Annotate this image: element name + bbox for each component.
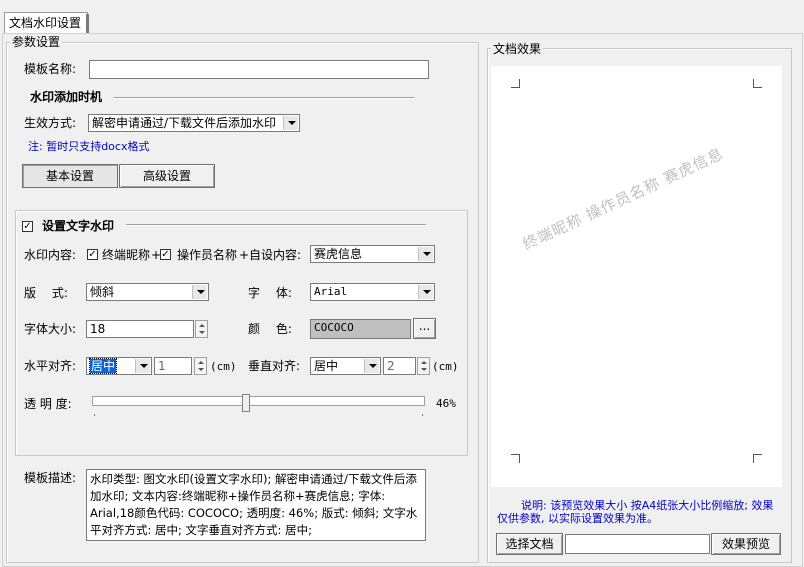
horizontal-align-select[interactable]: 居中 (86, 357, 152, 375)
vertical-unit-label: (cm) (432, 360, 459, 373)
custom-content-select[interactable]: 赛虎信息 (310, 245, 435, 263)
chevron-down-icon[interactable] (364, 359, 379, 373)
font-label: 字 体: (248, 286, 292, 300)
vertical-align-label: 垂直对齐: (248, 359, 301, 373)
color-label: 颜 色: (248, 322, 292, 336)
tab-edge (86, 14, 89, 34)
chevron-down-icon[interactable] (192, 285, 207, 299)
preview-page: 终端昵称 操作员名称 赛虎信息 (491, 66, 782, 487)
select-document-button[interactable]: 选择文档 (496, 533, 563, 555)
watermark-preview-text: 终端昵称 操作员名称 赛虎信息 (519, 144, 727, 254)
opacity-slider-ticks (94, 414, 423, 416)
font-size-spinner[interactable] (195, 320, 208, 338)
template-desc-label: 模板描述: (24, 471, 77, 485)
tab-advanced-settings[interactable]: 高级设置 (119, 164, 215, 188)
opacity-slider-track (92, 396, 425, 406)
operator-name-label: 操作员名称 (177, 248, 238, 262)
text-watermark-heading: 设置文字水印 (42, 219, 115, 233)
format-note: 注: 暂时只支持docx格式 (28, 140, 150, 153)
chevron-down-icon[interactable] (135, 359, 150, 373)
vertical-align-value: 居中 (314, 359, 339, 373)
document-path-input[interactable] (565, 534, 710, 554)
vertical-align-select[interactable]: 居中 (310, 357, 381, 375)
effect-preview-button[interactable]: 效果预览 (711, 533, 781, 555)
layout-value: 倾斜 (90, 285, 115, 299)
timing-heading: 水印添加时机 (30, 90, 103, 104)
horizontal-align-label: 水平对齐: (24, 359, 77, 373)
template-desc-textarea[interactable]: 水印类型: 图文水印(设置文字水印); 解密申请通过/下载文件后添加水印; 文本… (86, 469, 426, 541)
opacity-slider-thumb[interactable] (242, 394, 250, 412)
custom-content-label: +自设内容: (239, 248, 302, 262)
custom-content-value: 赛虎信息 (314, 247, 363, 261)
params-legend: 参数设置 (10, 35, 63, 49)
opacity-percent: 46% (436, 397, 456, 410)
horizontal-align-value: 居中 (88, 358, 118, 374)
content-label: 水印内容: (24, 248, 77, 262)
crop-mark-bottom-right (753, 454, 762, 463)
chevron-down-icon[interactable] (418, 285, 433, 299)
timing-divider (114, 97, 414, 99)
layout-label: 版 式: (24, 286, 68, 300)
horizontal-offset-spinner[interactable] (194, 357, 207, 375)
chevron-down-icon[interactable] (418, 247, 433, 261)
tab-basic-settings[interactable]: 基本设置 (22, 164, 118, 188)
template-name-input[interactable] (89, 60, 429, 79)
crop-mark-top-left (511, 79, 520, 88)
text-watermark-divider (126, 224, 426, 226)
opacity-slider[interactable] (92, 394, 425, 418)
operator-name-checkbox[interactable]: ✓ (160, 249, 171, 260)
terminal-nickname-checkbox[interactable]: ✓ (87, 249, 98, 260)
terminal-nickname-label: 终端昵称 (102, 248, 151, 262)
chevron-down-icon[interactable] (283, 116, 298, 130)
preview-legend: 文档效果 (491, 42, 544, 56)
text-watermark-legend: ✓ 设置文字水印 (20, 219, 117, 233)
font-size-input[interactable]: 18 (86, 320, 194, 338)
crop-mark-top-right (753, 79, 762, 88)
vertical-offset-input[interactable]: 2 (383, 357, 416, 375)
color-picker-button[interactable]: ... (413, 318, 436, 339)
layout-select[interactable]: 倾斜 (86, 283, 209, 301)
template-name-label: 模板名称: (24, 62, 77, 76)
tab-document-watermark[interactable]: 文档水印设置 (4, 12, 88, 35)
horizontal-offset-input[interactable]: 1 (154, 357, 192, 375)
font-select[interactable]: Arial (310, 283, 435, 301)
color-value-field: COCOCO (310, 319, 411, 339)
text-watermark-checkbox[interactable]: ✓ (22, 221, 33, 232)
horizontal-unit-label: (cm) (210, 360, 237, 373)
effect-mode-value: 解密申请通过/下载文件后添加水印 (92, 116, 277, 130)
vertical-offset-spinner[interactable] (417, 357, 430, 375)
font-size-label: 字体大小: (24, 322, 77, 336)
tab-bar: 文档水印设置 (0, 0, 804, 35)
effect-mode-label: 生效方式: (24, 116, 77, 130)
font-value: Arial (314, 285, 348, 298)
crop-mark-bottom-left (511, 454, 520, 463)
effect-mode-select[interactable]: 解密申请通过/下载文件后添加水印 (88, 114, 300, 132)
opacity-label: 透 明 度: (24, 397, 72, 411)
preview-info: 说明: 该预览效果大小 按A4纸张大小比例缩放; 效果仅供参数, 以实际设置效果… (497, 499, 774, 525)
